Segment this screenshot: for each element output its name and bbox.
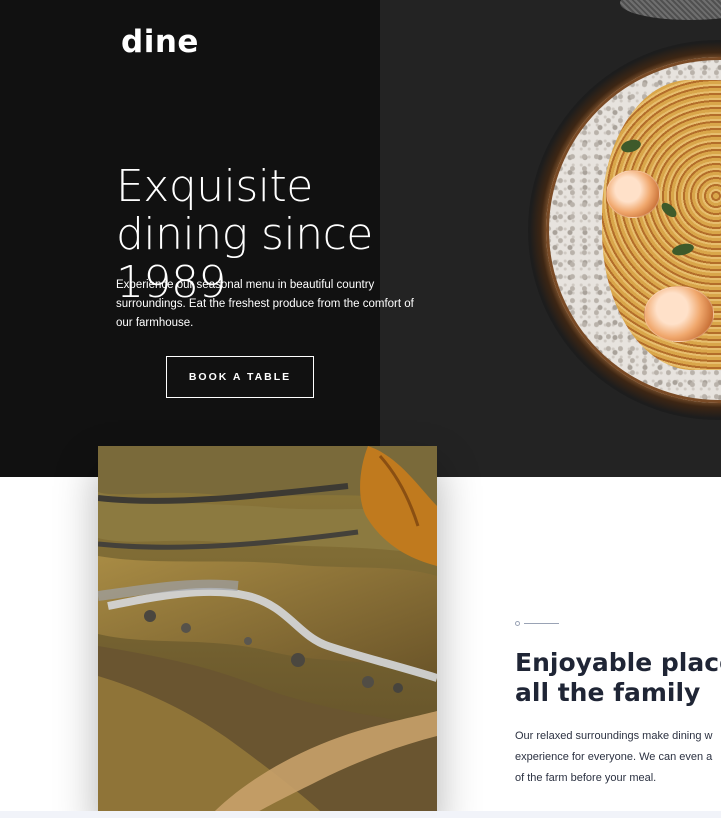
bottom-strip [0, 811, 721, 818]
hero-section: dine Exquisite dining since 1989 Experie… [0, 0, 721, 477]
section-divider-dot [515, 621, 520, 626]
feature-title: Enjoyable place all the family [515, 648, 721, 707]
shrimp-image [644, 286, 714, 342]
farm-landscape-image [98, 446, 437, 818]
logo[interactable]: dine [121, 24, 199, 60]
feature-description: Our relaxed surroundings make dining w e… [515, 730, 713, 784]
hero-description: Experience our seasonal menu in beautifu… [116, 279, 414, 329]
napkin-image [620, 0, 721, 20]
page: dine Exquisite dining since 1989 Experie… [0, 0, 721, 818]
landscape-illustration [98, 446, 437, 818]
book-table-button[interactable]: BOOK A TABLE [166, 356, 314, 398]
shrimp-image [606, 170, 660, 218]
section-divider-line [524, 623, 559, 624]
